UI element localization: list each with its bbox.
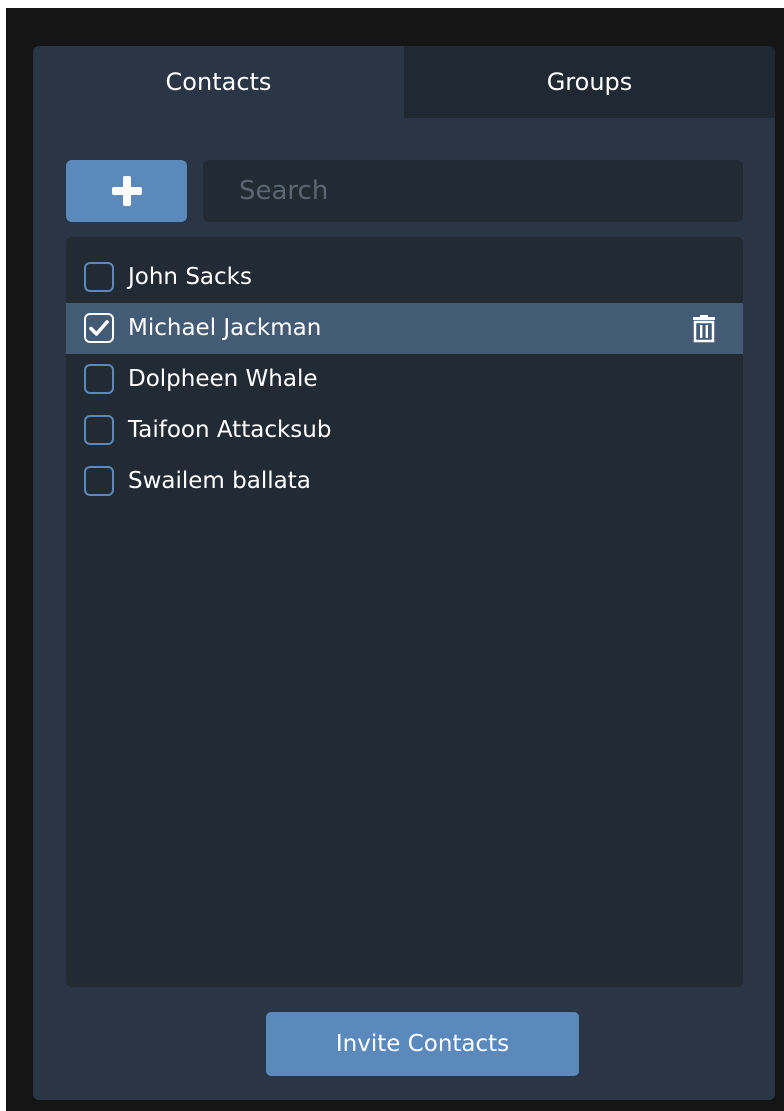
contact-checkbox[interactable] (84, 415, 114, 445)
add-contact-button[interactable] (66, 160, 187, 222)
contact-checkbox[interactable] (84, 313, 114, 343)
contacts-list: John Sacks Michael Jackman Dolpheen Whal… (66, 237, 743, 987)
app-frame: Contacts Groups John Sacks (6, 8, 784, 1111)
contacts-panel: Contacts Groups John Sacks (33, 46, 775, 1100)
list-item[interactable]: John Sacks (66, 252, 743, 303)
trash-icon[interactable] (692, 315, 716, 343)
contact-checkbox[interactable] (84, 364, 114, 394)
plus-icon (111, 176, 142, 206)
contact-name: Dolpheen Whale (128, 366, 318, 392)
tab-groups[interactable]: Groups (404, 46, 775, 118)
tab-groups-label: Groups (546, 68, 633, 96)
list-item[interactable]: Michael Jackman (66, 303, 743, 354)
list-item[interactable]: Taifoon Attacksub (66, 405, 743, 456)
contact-checkbox[interactable] (84, 262, 114, 292)
checkmark-icon (89, 320, 109, 336)
tab-contacts-label: Contacts (165, 68, 272, 96)
search-field[interactable] (203, 160, 743, 222)
list-item[interactable]: Swailem ballata (66, 456, 743, 507)
tab-contacts[interactable]: Contacts (33, 46, 404, 118)
search-input[interactable] (239, 176, 743, 206)
contact-name: Swailem ballata (128, 468, 311, 494)
contact-name: Michael Jackman (128, 315, 322, 341)
contact-name: Taifoon Attacksub (128, 417, 332, 443)
invite-contacts-button[interactable]: Invite Contacts (266, 1012, 579, 1076)
invite-contacts-label: Invite Contacts (335, 1031, 510, 1057)
contact-checkbox[interactable] (84, 466, 114, 496)
list-item[interactable]: Dolpheen Whale (66, 354, 743, 405)
contact-name: John Sacks (128, 264, 252, 290)
